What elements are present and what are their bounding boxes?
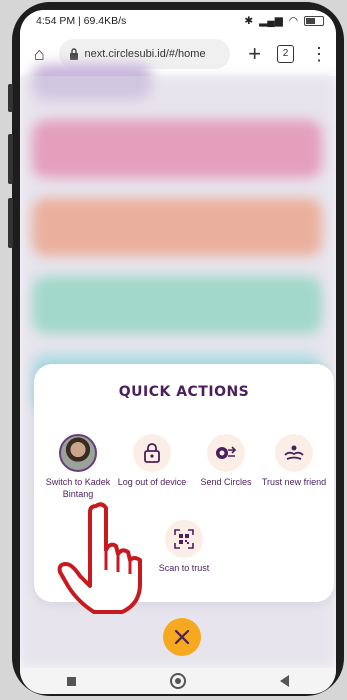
switch-account-action[interactable]: Switch to Kadek Bintang bbox=[42, 434, 114, 500]
send-circles-action[interactable]: Send Circles bbox=[190, 434, 262, 488]
volume-button bbox=[8, 134, 13, 184]
tap-hand-icon bbox=[57, 502, 142, 614]
action-label: Log out of device bbox=[117, 477, 187, 487]
trust-friend-icon bbox=[275, 434, 313, 472]
back-icon[interactable] bbox=[280, 675, 289, 687]
screen: 4:54 PM | 69.4KB/s ✱ ▂▄▆ ◠ ⌂ next.circle… bbox=[20, 10, 336, 694]
logout-action[interactable]: Log out of device bbox=[116, 434, 188, 488]
recent-apps-icon[interactable] bbox=[67, 676, 76, 686]
close-button[interactable] bbox=[163, 618, 201, 656]
url-text: next.circlesubi.id/#/home bbox=[84, 48, 206, 60]
qr-scan-icon bbox=[165, 520, 203, 558]
battery-icon bbox=[304, 16, 324, 26]
menu-icon[interactable]: ⋮ bbox=[310, 44, 328, 65]
lock-icon bbox=[69, 48, 78, 60]
scan-to-trust-action[interactable]: Scan to trust bbox=[148, 520, 220, 574]
trust-friend-action[interactable]: Trust new friend bbox=[258, 434, 330, 488]
action-label: Switch to Kadek Bintang bbox=[45, 477, 111, 499]
action-label: Scan to trust bbox=[158, 563, 210, 573]
bluetooth-icon: ✱ bbox=[244, 15, 254, 27]
send-circles-icon bbox=[207, 434, 245, 472]
action-label: Trust new friend bbox=[261, 477, 327, 487]
home-icon[interactable]: ⌂ bbox=[28, 44, 51, 65]
wifi-icon: ◠ bbox=[288, 15, 298, 27]
status-bar: 4:54 PM | 69.4KB/s ✱ ▂▄▆ ◠ bbox=[20, 10, 336, 32]
lock-icon bbox=[133, 434, 171, 472]
avatar bbox=[59, 434, 97, 472]
action-label: Send Circles bbox=[200, 477, 252, 487]
home-button-icon[interactable] bbox=[170, 673, 186, 689]
power-button bbox=[8, 198, 13, 248]
signal-icon: ▂▄▆ bbox=[259, 15, 283, 27]
panel-title: QUICK ACTIONS bbox=[118, 384, 250, 400]
volume-button bbox=[8, 84, 13, 112]
status-icons: ✱ ▂▄▆ ◠ bbox=[244, 15, 324, 27]
status-time: 4:54 PM | 69.4KB/s bbox=[36, 15, 127, 27]
new-tab-icon[interactable]: + bbox=[244, 41, 265, 67]
close-icon bbox=[174, 629, 190, 645]
tab-switcher-button[interactable]: 2 bbox=[277, 45, 294, 63]
android-nav-bar bbox=[20, 668, 336, 694]
